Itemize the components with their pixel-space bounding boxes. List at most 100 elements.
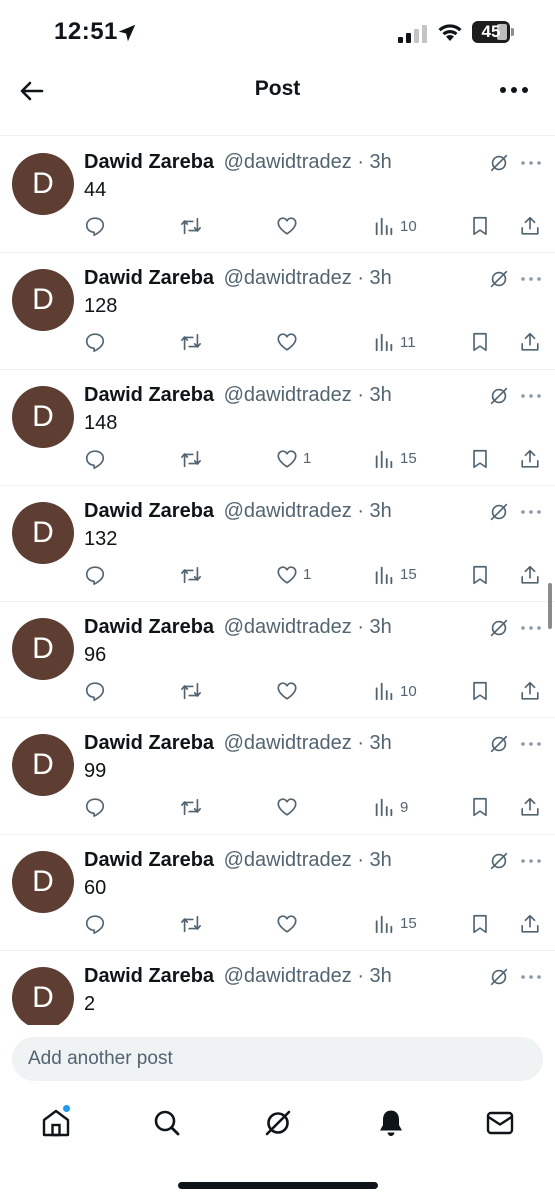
like-button[interactable] xyxy=(276,678,303,704)
repost-button[interactable] xyxy=(180,911,202,937)
reply-button[interactable] xyxy=(84,911,106,937)
grok-icon[interactable] xyxy=(488,152,510,174)
share-button[interactable] xyxy=(519,213,541,239)
author-name[interactable]: Dawid Zareba xyxy=(84,151,214,173)
author-name[interactable]: Dawid Zareba xyxy=(84,616,214,638)
avatar[interactable]: D xyxy=(12,618,74,681)
like-button[interactable] xyxy=(276,213,303,239)
like-button[interactable] xyxy=(276,329,303,355)
post-time: 3h xyxy=(369,732,392,755)
grok-icon[interactable] xyxy=(488,268,510,290)
more-horizontal-icon[interactable] xyxy=(498,82,530,98)
reply-button[interactable] xyxy=(84,329,106,355)
repost-button[interactable] xyxy=(180,678,202,704)
grok-icon[interactable] xyxy=(488,617,510,639)
post[interactable]: D Dawid Zareba @dawidtradez · 3h 148 1 1… xyxy=(0,370,555,486)
add-post-input[interactable]: Add another post xyxy=(12,1037,543,1081)
bookmark-button[interactable] xyxy=(469,678,491,704)
messages-envelope-icon[interactable] xyxy=(484,1107,516,1139)
share-button[interactable] xyxy=(519,329,541,355)
views-button[interactable]: 15 xyxy=(373,562,417,588)
scrollbar[interactable] xyxy=(548,583,552,629)
repost-icon xyxy=(181,915,201,932)
more-horizontal-icon[interactable] xyxy=(520,392,542,400)
bookmark-button[interactable] xyxy=(469,911,491,937)
grok-icon[interactable] xyxy=(488,733,510,755)
post[interactable]: D Dawid Zareba @dawidtradez · 3h 44 10 xyxy=(0,137,555,254)
more-horizontal-icon[interactable] xyxy=(520,275,542,283)
share-button[interactable] xyxy=(519,794,541,820)
bookmark-button[interactable] xyxy=(469,446,491,472)
bookmark-button[interactable] xyxy=(469,562,491,588)
heart-icon xyxy=(277,798,297,817)
repost-button[interactable] xyxy=(180,329,202,355)
search-icon[interactable] xyxy=(151,1107,183,1139)
avatar[interactable]: D xyxy=(12,385,74,448)
more-horizontal-icon[interactable] xyxy=(520,857,542,865)
post[interactable]: D Dawid Zareba @dawidtradez · 3h 128 11 xyxy=(0,253,555,370)
like-button[interactable] xyxy=(276,911,303,937)
reply-button[interactable] xyxy=(84,562,106,588)
grok-icon[interactable] xyxy=(488,966,510,988)
avatar[interactable]: D xyxy=(12,501,74,564)
views-button[interactable]: 15 xyxy=(373,446,417,472)
post[interactable]: D Dawid Zareba @dawidtradez · 3h 2 xyxy=(0,951,555,1025)
repost-button[interactable] xyxy=(180,446,202,472)
reply-icon xyxy=(85,798,105,818)
avatar[interactable]: D xyxy=(12,734,74,797)
avatar[interactable]: D xyxy=(12,153,74,215)
views-button[interactable]: 11 xyxy=(373,329,416,355)
repost-button[interactable] xyxy=(180,794,202,820)
avatar[interactable]: D xyxy=(12,967,74,1025)
grok-icon[interactable] xyxy=(262,1107,294,1139)
repost-button[interactable] xyxy=(180,562,202,588)
more-horizontal-icon[interactable] xyxy=(520,159,542,167)
post[interactable]: D Dawid Zareba @dawidtradez · 3h 99 9 xyxy=(0,718,555,835)
post[interactable]: D Dawid Zareba @dawidtradez · 3h 132 1 1… xyxy=(0,486,555,603)
views-button[interactable]: 9 xyxy=(373,794,408,820)
reply-button[interactable] xyxy=(84,446,106,472)
more-horizontal-icon[interactable] xyxy=(520,508,542,516)
author-name[interactable]: Dawid Zareba xyxy=(84,732,214,754)
bookmark-button[interactable] xyxy=(469,794,491,820)
avatar[interactable]: D xyxy=(12,850,74,913)
author-name[interactable]: Dawid Zareba xyxy=(84,849,214,871)
more-horizontal-icon[interactable] xyxy=(520,624,542,632)
grok-icon[interactable] xyxy=(488,850,510,872)
like-button[interactable]: 1 xyxy=(276,562,311,588)
post[interactable]: D Dawid Zareba @dawidtradez · 3h 60 15 xyxy=(0,835,555,952)
author-name[interactable]: Dawid Zareba xyxy=(84,500,214,522)
like-button[interactable]: 1 xyxy=(276,446,311,472)
reply-icon xyxy=(85,449,105,469)
bookmark-button[interactable] xyxy=(469,213,491,239)
bookmark-button[interactable] xyxy=(469,329,491,355)
grok-icon[interactable] xyxy=(488,501,510,523)
grok-icon[interactable] xyxy=(488,385,510,407)
views-button[interactable]: 15 xyxy=(373,911,417,937)
avatar[interactable]: D xyxy=(12,269,74,332)
share-button[interactable] xyxy=(519,911,541,937)
views-button[interactable]: 10 xyxy=(373,213,417,239)
author-name[interactable]: Dawid Zareba xyxy=(84,267,214,289)
more-horizontal-icon[interactable] xyxy=(520,973,542,981)
reply-button[interactable] xyxy=(84,678,106,704)
repost-icon xyxy=(181,566,201,584)
author-handle: @dawidtradez xyxy=(223,151,352,173)
repost-button[interactable] xyxy=(180,213,202,239)
notifications-bell-icon[interactable] xyxy=(375,1107,407,1139)
post[interactable]: D Dawid Zareba @dawidtradez · 3h 96 10 xyxy=(0,602,555,719)
reply-button[interactable] xyxy=(84,213,106,239)
author-name[interactable]: Dawid Zareba xyxy=(84,384,214,406)
author-handle: @dawidtradez xyxy=(223,965,352,988)
battery-icon: 45 xyxy=(472,21,514,45)
like-button[interactable] xyxy=(276,794,303,820)
views-button[interactable]: 10 xyxy=(373,678,417,704)
bookmark-icon xyxy=(473,798,487,817)
share-button[interactable] xyxy=(519,446,541,472)
reply-button[interactable] xyxy=(84,794,106,820)
repost-icon xyxy=(181,799,201,816)
share-button[interactable] xyxy=(519,678,541,704)
more-horizontal-icon[interactable] xyxy=(520,740,542,748)
share-button[interactable] xyxy=(519,562,541,588)
author-name[interactable]: Dawid Zareba xyxy=(84,965,214,987)
